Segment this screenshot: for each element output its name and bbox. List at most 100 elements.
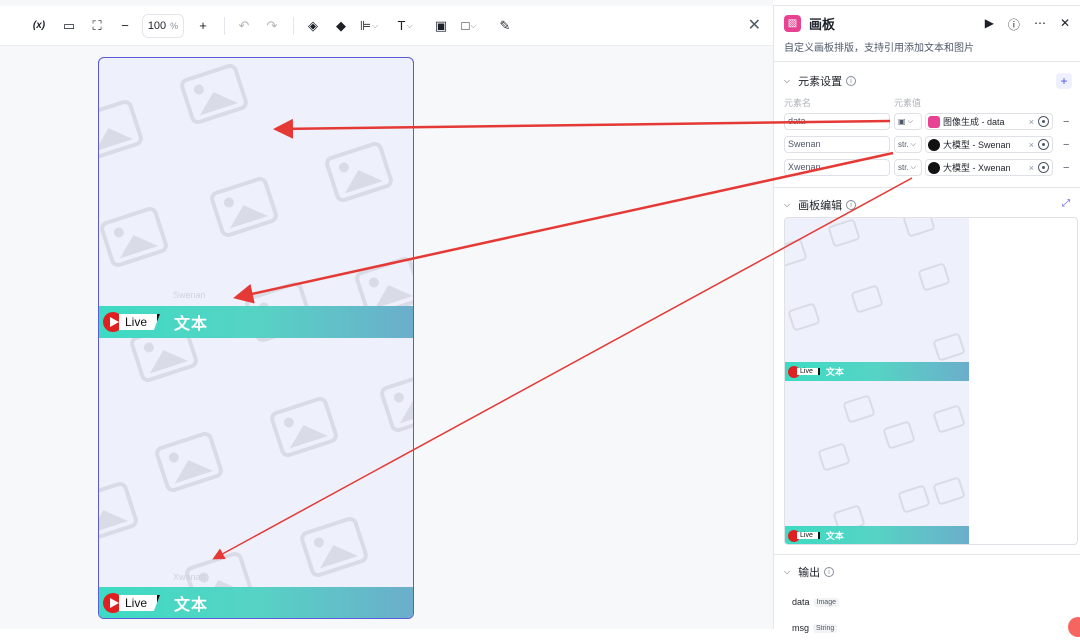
column-labels: 元素名 元素值 [774, 96, 1080, 110]
bring-front-icon[interactable]: ◈ [302, 15, 324, 37]
align-icon[interactable]: ⊫ ⌵ [358, 15, 380, 37]
image-placeholder-icon [208, 174, 280, 240]
col-value-label: 元素值 [894, 98, 922, 108]
shape-icon[interactable]: □ ⌵ [458, 15, 480, 37]
undo-icon[interactable]: ↶ [233, 15, 255, 37]
board-settings-panel: ▨ 画板 ▶ ⓘ ⋯ ✕ 自定义画板排版，支持引用添加文本和图片 ⌵ 元素设置 … [773, 6, 1080, 637]
element-value-text: 大模型 - Xwenan [943, 163, 1011, 173]
close-icon[interactable]: ✕ [1060, 16, 1070, 33]
redo-icon[interactable]: ↷ [261, 15, 283, 37]
llm-node-icon [928, 161, 940, 174]
element-value-field[interactable]: 大模型 - Swenan × [925, 136, 1053, 153]
target-icon[interactable] [1038, 139, 1049, 150]
info-icon[interactable]: i [824, 567, 835, 577]
element-row: Swenan str. ⌵ 大模型 - Swenan × − [774, 133, 1080, 156]
element-value-text: 图像生成 - data [943, 117, 1005, 127]
clear-icon[interactable]: × [1029, 117, 1034, 127]
image-placeholder-icon [178, 61, 250, 127]
image-placeholder-icon [268, 394, 340, 460]
image-type-icon: ▣ [898, 117, 906, 126]
elements-section-header[interactable]: ⌵ 元素设置 i + [774, 66, 1080, 96]
image-placeholder-icon [817, 442, 851, 472]
send-back-icon[interactable]: ◆ [330, 15, 352, 37]
live-banner-bottom[interactable]: Live 文本 [99, 587, 413, 618]
info-icon[interactable]: i [846, 76, 857, 86]
element-name-input[interactable]: Xwenan [784, 159, 890, 176]
add-element-button[interactable]: + [1056, 73, 1072, 89]
element-value-text: 大模型 - Swenan [943, 140, 1011, 150]
section-divider [774, 187, 1080, 188]
zoom-out-icon[interactable]: − [114, 15, 136, 37]
text-icon[interactable]: T ⌵ [394, 15, 416, 37]
element-value-field[interactable]: 图像生成 - data × [925, 113, 1053, 130]
image-placeholder-icon [827, 218, 861, 248]
more-icon[interactable]: ⋯ [1034, 16, 1046, 33]
panel-header: ▨ 画板 ▶ ⓘ ⋯ ✕ [774, 6, 1080, 40]
target-icon[interactable] [1038, 162, 1049, 173]
board-preview[interactable]: Live 文本 Live 文本 [784, 217, 1078, 545]
close-icon[interactable]: ✕ [748, 15, 761, 35]
element-type-text: str. [898, 163, 909, 172]
elements-section-title: 元素设置 [798, 76, 843, 88]
llm-node-icon [928, 138, 940, 151]
chevron-down-icon: ⌵ [910, 140, 916, 148]
board-canvas[interactable]: Swenan Live 文本 Xwenan Live 文本 [98, 57, 414, 619]
toolbar-divider [224, 16, 225, 35]
element-name-input[interactable]: Swenan [784, 136, 890, 153]
canvas-toolbar: (x) ▭ ⛶ − 100% + ↶ ↷ ◈ ◆ ⊫ ⌵ T ⌵ ▣ □ ⌵ ✎ ✕ [0, 6, 773, 46]
output-name: data [792, 597, 810, 607]
info-icon[interactable]: i [846, 200, 857, 210]
panel-subtitle: 自定义画板排版，支持引用添加文本和图片 [774, 40, 1080, 62]
panel-actions: ▶ ⓘ ⋯ ✕ [985, 16, 1070, 33]
element-value-field[interactable]: 大模型 - Xwenan × [925, 159, 1053, 176]
element-name-input[interactable]: data [784, 113, 890, 130]
preview-banner-text: 文本 [825, 367, 844, 377]
image-placeholder-icon [323, 139, 395, 205]
element-type-select[interactable]: ▣ ⌵ [894, 113, 922, 130]
image-gen-node-icon [928, 115, 940, 128]
element-row: data ▣ ⌵ 图像生成 - data × − [774, 110, 1080, 133]
frame-icon[interactable]: ▭ [58, 15, 80, 37]
board-logo-icon: ▨ [784, 14, 801, 32]
output-item: msg String [774, 615, 1080, 641]
live-banner-top[interactable]: Live 文本 [99, 306, 413, 338]
clear-icon[interactable]: × [1029, 140, 1034, 150]
banner-text: 文本 [174, 316, 209, 333]
image-placeholder-icon [902, 218, 936, 238]
chevron-down-icon: ⌵ [784, 76, 791, 85]
target-icon[interactable] [1038, 116, 1049, 127]
fit-screen-icon[interactable]: ⛶ [86, 15, 108, 37]
expand-icon[interactable]: ⤢ [1062, 198, 1070, 209]
output-type-tag: String [813, 623, 838, 633]
panel-title: 画板 [809, 16, 836, 32]
image-icon[interactable]: ▣ [430, 15, 452, 37]
element-type-select[interactable]: str. ⌵ [894, 159, 922, 176]
chevron-down-icon: ⌵ [907, 117, 913, 125]
preview-live-label: Live [797, 368, 820, 375]
preview-live-label: Live [797, 532, 820, 539]
variable-icon[interactable]: (x) [26, 15, 52, 37]
pen-icon[interactable]: ✎ [494, 15, 516, 37]
zoom-input[interactable]: 100% [142, 13, 184, 38]
clear-icon[interactable]: × [1029, 163, 1034, 173]
element-type-select[interactable]: str. ⌵ [894, 136, 922, 153]
remove-element-button[interactable]: − [1063, 162, 1069, 174]
editor-section-header[interactable]: ⌵ 画板编辑 i ⤢ [774, 190, 1080, 220]
output-section-header[interactable]: ⌵ 输出 i [774, 555, 1080, 589]
run-icon[interactable]: ▶ [985, 16, 994, 33]
preview-banner-top: Live 文本 [785, 362, 969, 381]
element-row: Xwenan str. ⌵ 大模型 - Xwenan × − [774, 156, 1080, 179]
remove-element-button[interactable]: − [1063, 139, 1069, 151]
zoom-value: 100 [147, 19, 167, 32]
image-placeholder-icon [378, 369, 413, 435]
image-placeholder-icon [897, 484, 931, 514]
image-placeholder-icon [850, 284, 884, 314]
live-label: Live [119, 314, 161, 330]
remove-element-button[interactable]: − [1063, 116, 1069, 128]
help-icon[interactable]: ⓘ [1008, 16, 1020, 33]
zoom-unit: % [170, 20, 179, 31]
zoom-in-icon[interactable]: + [192, 15, 214, 37]
image-placeholder-icon [787, 302, 821, 332]
preview-banner-bottom: Live 文本 [785, 526, 969, 544]
toolbar-divider [293, 16, 294, 35]
